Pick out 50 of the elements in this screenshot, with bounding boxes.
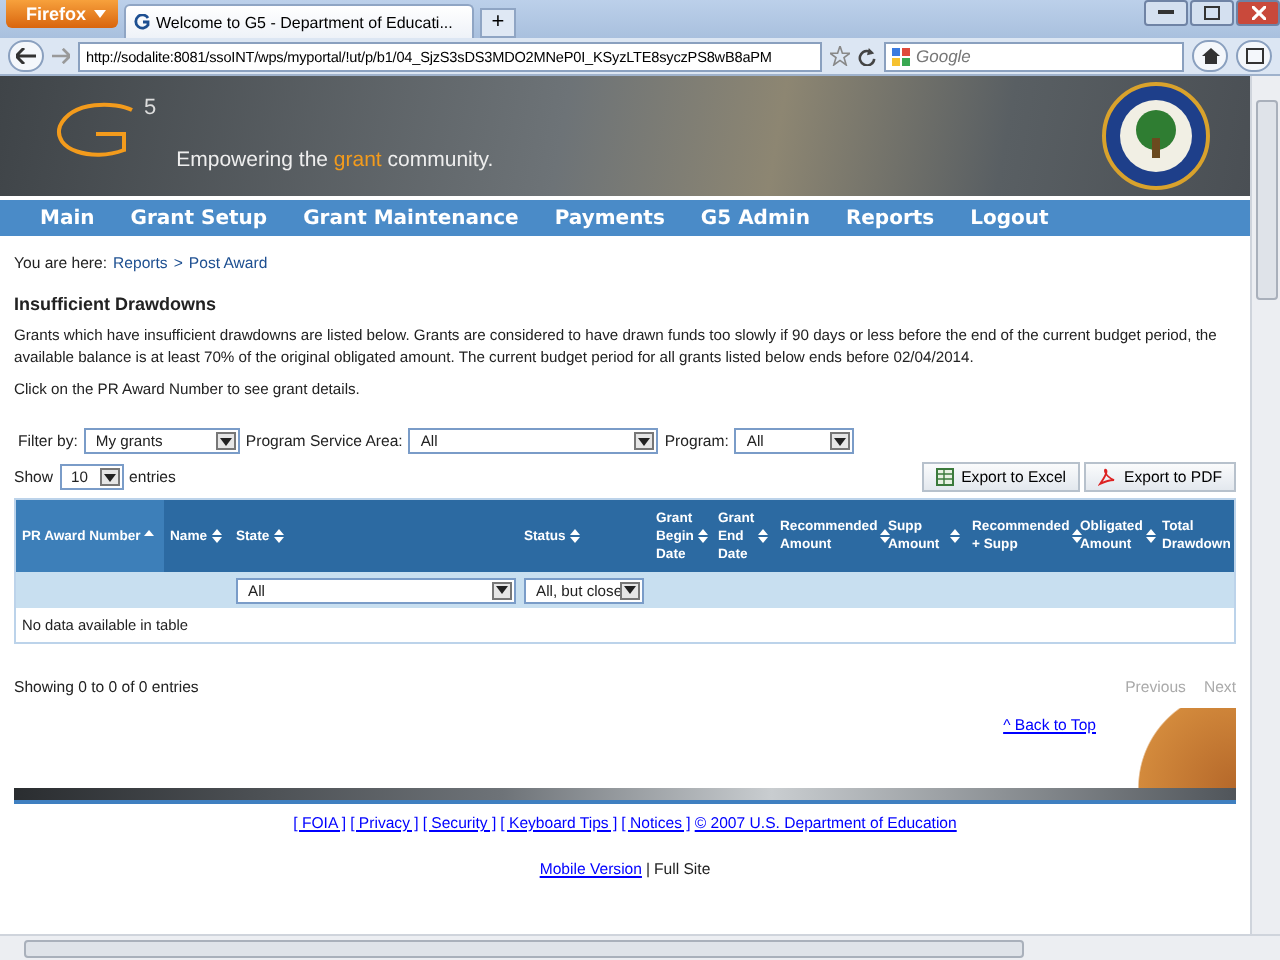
dropdown-arrow-icon [99,468,120,486]
close-button[interactable] [1236,0,1280,26]
nav-link[interactable]: Logout [970,207,1049,229]
tagline: Empowering the grant community. [176,148,494,172]
dropdown-arrow-icon [215,432,236,450]
caret-icon [94,10,107,18]
home-icon [1201,48,1219,64]
star-icon [830,46,850,66]
forward-arrow-icon [52,48,70,64]
logo-superscript: 5 [144,96,157,120]
sort-icon [697,528,708,544]
spreadsheet-icon [935,468,954,486]
dropdown-arrow-icon [492,581,512,599]
nav-link[interactable]: Grant Setup [130,207,268,229]
nav-link[interactable]: Main [40,207,95,229]
dropdown-arrow-icon [634,432,655,450]
dropdown-arrow-icon [830,432,851,450]
horizontal-scrollbar[interactable] [0,934,1280,960]
sort-icon [1072,528,1082,544]
minimize-icon [1158,10,1174,16]
back-button[interactable] [8,40,44,72]
home-button[interactable] [1192,40,1228,72]
search-engine-icon [892,47,910,65]
pdf-icon [1098,468,1117,486]
site-favicon-icon [134,14,151,30]
nav-link[interactable]: G5 Admin [700,207,810,229]
restore-icon [1204,6,1220,20]
bookmarks-button[interactable] [1236,40,1272,72]
sort-icon [758,528,769,544]
dropdown-arrow-icon [620,581,640,599]
vertical-scrollbar[interactable] [1250,76,1280,934]
new-tab-button[interactable]: + [480,8,517,38]
nav-link[interactable]: Grant Maintenance [303,207,519,229]
page-heading: Insufficient Drawdowns [14,294,219,314]
browser-tab[interactable]: Welcome to G5 - Department of Educati... [124,4,475,38]
reload-icon [858,47,876,65]
close-icon [1251,6,1265,20]
seal-icon [1102,82,1210,190]
sort-icon [569,528,580,544]
sort-icon [211,528,222,544]
restore-button[interactable] [1190,0,1234,26]
back-arrow-icon [16,48,36,64]
nav-link[interactable]: Reports [845,207,935,229]
minimize-button[interactable] [1144,0,1188,26]
sort-icon [1146,528,1157,544]
search-field[interactable]: Google [884,41,1184,71]
nav-link[interactable]: Payments [554,207,665,229]
sort-icon [880,528,890,544]
sort-icon [950,528,960,544]
sort-icon [273,528,284,544]
